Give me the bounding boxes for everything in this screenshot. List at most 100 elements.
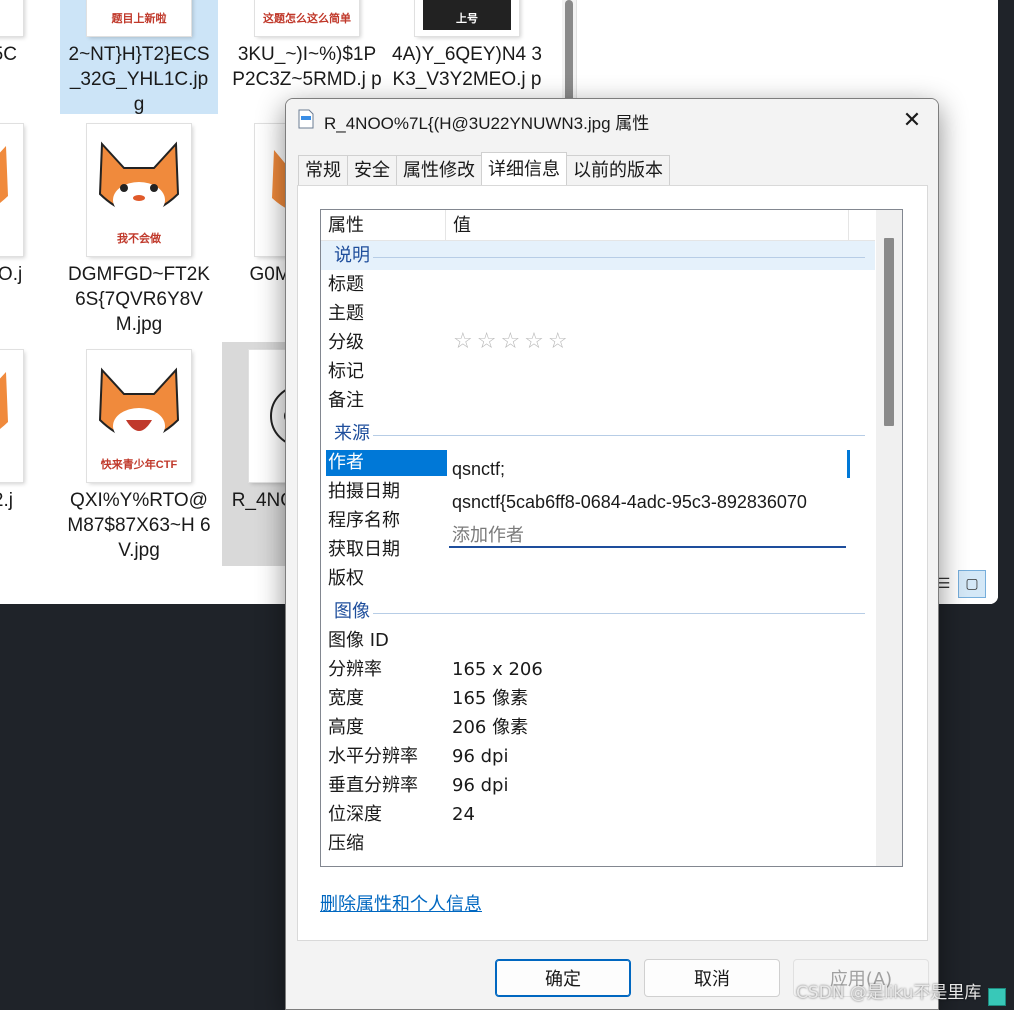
- file-thumbnail: 快来青少年CTF: [87, 350, 191, 482]
- property-row-compression[interactable]: 压缩: [321, 829, 875, 858]
- property-key: 标题: [328, 274, 364, 295]
- close-icon: ✕: [902, 107, 922, 133]
- tab-general[interactable]: 常规: [298, 155, 348, 185]
- property-key: 垂直分辨率: [328, 775, 418, 796]
- property-row-horizontal-resolution[interactable]: 水平分辨率 96 dpi: [321, 742, 875, 771]
- fox-sticker-icon: [0, 372, 8, 429]
- file-thumbnail: 题目上新啦: [87, 0, 191, 36]
- text-caret: [847, 450, 850, 478]
- property-value: 24: [452, 804, 475, 825]
- cancel-button[interactable]: 取消: [644, 959, 780, 997]
- author-value-line[interactable]: qsnctf{5cab6ff8-0684-4adc-95c3-892836070: [452, 492, 846, 513]
- file-name: 2WD U%O.j: [0, 264, 23, 285]
- property-key: 分辨率: [328, 659, 382, 680]
- details-panel: 属性 值 说明 标题 主题 分级 ☆☆☆☆☆ 标记 备注 来源 作者 拍摄日期 程…: [297, 185, 928, 941]
- file-thumbnail: 你吧: [0, 0, 23, 36]
- property-key: 版权: [328, 568, 364, 589]
- property-key: 拍摄日期: [328, 481, 400, 502]
- tab-property-modify[interactable]: 属性修改: [396, 155, 482, 185]
- fox-sticker-icon: [0, 146, 8, 203]
- jpg-file-icon: [298, 109, 314, 129]
- dialog-title: R_4NOO%7L{(H@3U22YNUWN3.jpg 属性: [324, 114, 650, 133]
- property-key: 压缩: [328, 833, 364, 854]
- property-key: 获取日期: [328, 539, 400, 560]
- property-key: 高度: [328, 717, 364, 738]
- file-thumbnail: [0, 124, 23, 256]
- csdn-watermark: CSDN @是liku不是里库: [796, 983, 982, 1003]
- group-label: 来源: [334, 423, 370, 444]
- file-thumbnail: [0, 350, 23, 482]
- group-divider: [373, 435, 865, 436]
- fox-sticker-icon: [98, 367, 180, 444]
- file-item[interactable]: O]% ~22.j: [0, 350, 50, 513]
- property-row-copyright[interactable]: 版权: [321, 564, 875, 593]
- property-key: 标记: [328, 361, 364, 382]
- remove-properties-link[interactable]: 删除属性和个人信息: [320, 890, 482, 916]
- property-row-bit-depth[interactable]: 位深度 24: [321, 800, 875, 829]
- file-thumbnail: 我不会做: [87, 124, 191, 256]
- property-value: 96 dpi: [452, 775, 509, 796]
- property-list-scrollbar[interactable]: [876, 210, 902, 866]
- group-image: 图像: [321, 597, 875, 626]
- property-key: 位深度: [328, 804, 382, 825]
- author-edit-field[interactable]: qsnctf; qsnctf{5cab6ff8-0684-4adc-95c3-8…: [449, 450, 850, 548]
- property-key: 分级: [328, 332, 364, 353]
- group-divider: [373, 257, 865, 258]
- file-name: O]% ~22.j: [0, 490, 13, 511]
- taskbar-icon[interactable]: [988, 988, 1006, 1006]
- tab-security[interactable]: 安全: [347, 155, 397, 185]
- column-header-value[interactable]: 值: [446, 210, 849, 240]
- tab-strip: 常规 安全 属性修改 详细信息 以前的版本: [298, 152, 670, 185]
- property-key: 宽度: [328, 688, 364, 709]
- property-row-vertical-resolution[interactable]: 垂直分辨率 96 dpi: [321, 771, 875, 800]
- file-name: 2~NT}H}T2}ECS _32G_YHL1C.jp g: [68, 44, 210, 115]
- file-name: DGMFGD~FT2K 6S{7QVR6Y8V M.jpg: [68, 264, 210, 335]
- group-label: 说明: [334, 245, 370, 266]
- group-description: 说明: [321, 241, 875, 270]
- property-list[interactable]: 属性 值 说明 标题 主题 分级 ☆☆☆☆☆ 标记 备注 来源 作者 拍摄日期 程…: [320, 209, 903, 867]
- group-origin: 来源: [321, 419, 875, 448]
- property-key: 作者: [326, 450, 447, 476]
- tab-previous-versions[interactable]: 以前的版本: [566, 155, 670, 185]
- list-header: 属性 值: [321, 210, 875, 241]
- group-label: 图像: [334, 601, 370, 622]
- property-row-title[interactable]: 标题: [321, 270, 875, 299]
- property-key: 程序名称: [328, 510, 400, 531]
- ok-button[interactable]: 确定: [495, 959, 631, 997]
- property-row-image-id[interactable]: 图像 ID: [321, 626, 875, 655]
- property-value: 96 dpi: [452, 746, 509, 767]
- property-row-tags[interactable]: 标记: [321, 357, 875, 386]
- column-header-property[interactable]: 属性: [321, 210, 446, 240]
- author-value-line[interactable]: qsnctf;: [452, 459, 505, 480]
- close-button[interactable]: ✕: [886, 99, 938, 141]
- property-row-rating[interactable]: 分级 ☆☆☆☆☆: [321, 328, 875, 357]
- file-thumbnail: 这题怎么这么简单: [255, 0, 359, 36]
- star-rating-icon[interactable]: ☆☆☆☆☆: [453, 329, 572, 354]
- file-item[interactable]: 快来青少年CTF QXI%Y%RTO@ M87$87X63~H 6V.jpg: [60, 350, 218, 563]
- property-row-width[interactable]: 宽度 165 像素: [321, 684, 875, 713]
- properties-dialog: R_4NOO%7L{(H@3U22YNUWN3.jpg 属性 ✕ 常规 安全 属…: [285, 98, 939, 1010]
- file-name: QXI%Y%RTO@ M87$87X63~H 6V.jpg: [67, 490, 211, 561]
- file-item[interactable]: 题目上新啦 2~NT}H}T2}ECS _32G_YHL1C.jp g: [60, 0, 218, 115]
- add-author-placeholder[interactable]: 添加作者: [452, 521, 524, 547]
- property-row-comments[interactable]: 备注: [321, 386, 875, 415]
- file-item[interactable]: 我不会做 DGMFGD~FT2K 6S{7QVR6Y8V M.jpg: [60, 124, 218, 337]
- file-item[interactable]: 2WD U%O.j: [0, 124, 50, 287]
- large-icons-view-icon[interactable]: ▢: [958, 570, 986, 598]
- group-divider: [373, 613, 865, 614]
- scrollbar-thumb[interactable]: [884, 238, 894, 426]
- file-thumbnail: 上号: [415, 0, 519, 36]
- property-key: 备注: [328, 390, 364, 411]
- property-row-subject[interactable]: 主题: [321, 299, 875, 328]
- file-name: ~}[~ WL5C: [0, 44, 17, 65]
- file-item[interactable]: 你吧 ~}[~ WL5C: [0, 0, 50, 67]
- property-value: 206 像素: [452, 717, 529, 738]
- property-row-dimensions[interactable]: 分辨率 165 x 206: [321, 655, 875, 684]
- property-value: 165 像素: [452, 688, 529, 709]
- dialog-titlebar[interactable]: R_4NOO%7L{(H@3U22YNUWN3.jpg 属性 ✕: [286, 99, 938, 143]
- fox-sticker-icon: [98, 141, 180, 218]
- property-key: 主题: [328, 303, 364, 324]
- tab-details[interactable]: 详细信息: [481, 152, 567, 185]
- property-row-height[interactable]: 高度 206 像素: [321, 713, 875, 742]
- property-key: 水平分辨率: [328, 746, 418, 767]
